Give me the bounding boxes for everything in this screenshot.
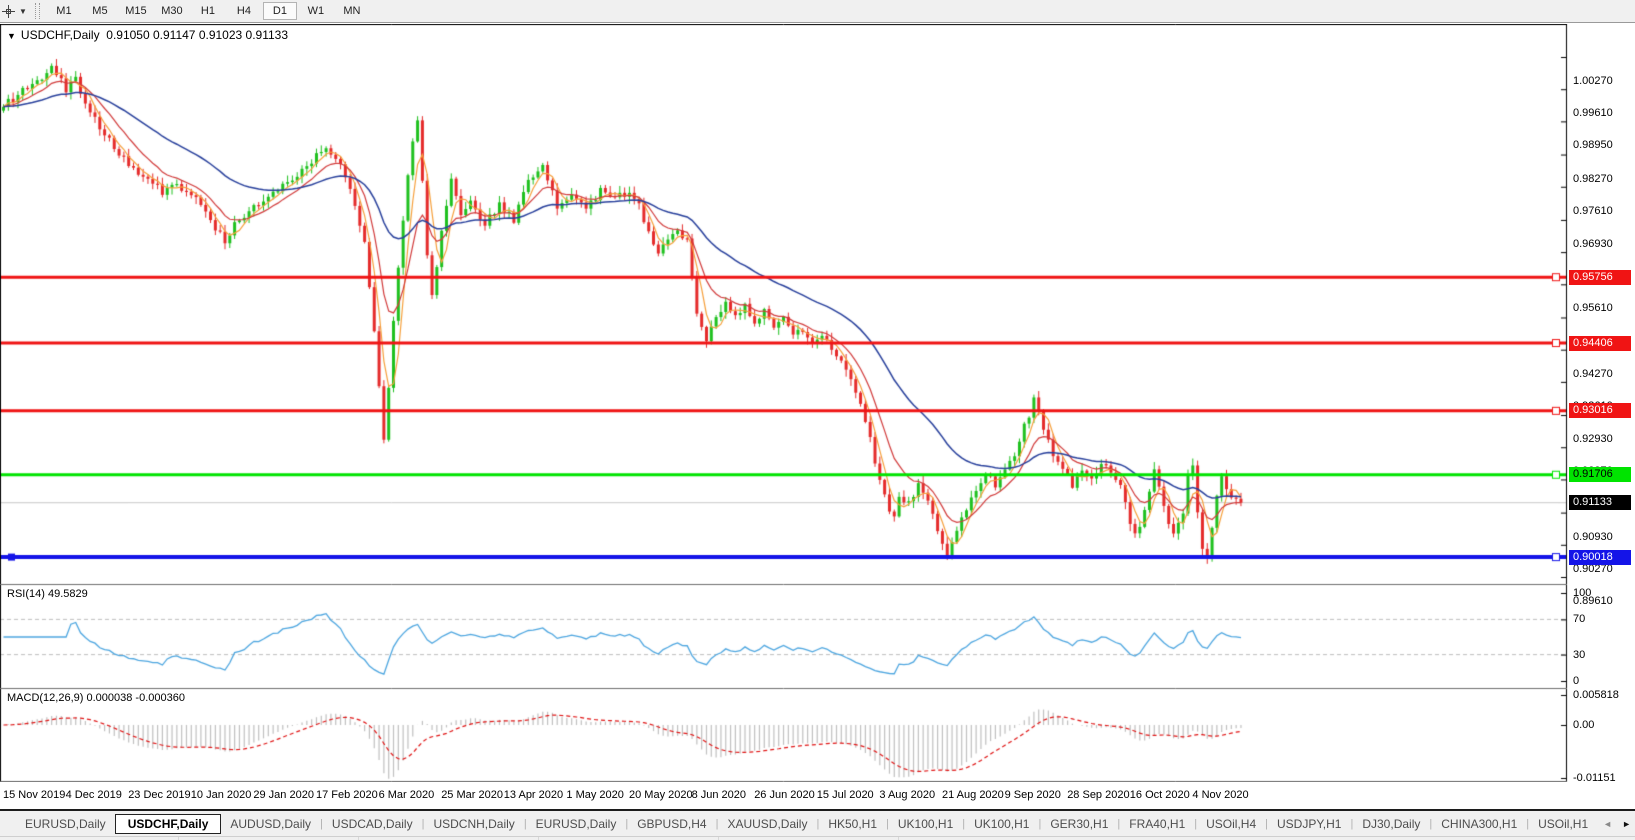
timeframe-m15[interactable]: M15 bbox=[119, 2, 153, 20]
crosshair-icon bbox=[1, 4, 16, 19]
tab-usdchf-daily[interactable]: USDCHF,Daily bbox=[115, 814, 222, 834]
date-tick: 4 Dec 2019 bbox=[66, 789, 122, 801]
symbol-tab-bar: EURUSD,DailyUSDCHF,DailyAUDUSD,Daily|USD… bbox=[0, 809, 1635, 836]
price-tick: 0.97610 bbox=[1573, 205, 1633, 218]
price-tick: 0.99610 bbox=[1573, 107, 1633, 120]
price-tick: 0.98270 bbox=[1573, 173, 1633, 186]
level-price-badge: 0.94406 bbox=[1569, 336, 1631, 351]
date-tick: 15 Jul 2020 bbox=[817, 789, 874, 801]
date-tick: 10 Jan 2020 bbox=[191, 789, 252, 801]
rsi-tick: 70 bbox=[1573, 613, 1633, 626]
macd-tick: 0.00 bbox=[1573, 719, 1633, 732]
mt4-window: ▼ M1M5M15M30H1H4D1W1MN ▼ USDCHF,Daily 0.9… bbox=[0, 0, 1635, 840]
level-price-badge: 0.95756 bbox=[1569, 270, 1631, 285]
timeframe-buttons: M1M5M15M30H1H4D1W1MN bbox=[46, 2, 370, 20]
date-axis: 15 Nov 20194 Dec 2019 23 Dec 201910 Jan 2… bbox=[0, 782, 1635, 809]
scroll-left-icon[interactable]: ◄ bbox=[1603, 819, 1612, 829]
rsi-label: RSI(14) 49.5829 bbox=[7, 588, 88, 600]
timeframe-m1[interactable]: M1 bbox=[47, 2, 81, 20]
tab-ger30-h1[interactable]: GER30,H1 bbox=[1041, 814, 1117, 834]
date-tick: 28 Sep 2020 bbox=[1067, 789, 1129, 801]
date-tick: 20 May 2020 bbox=[629, 789, 693, 801]
rsi-tick: 0 bbox=[1573, 675, 1633, 688]
date-tick: 16 Oct 2020 bbox=[1130, 789, 1190, 801]
symbol-tabs: EURUSD,DailyUSDCHF,DailyAUDUSD,Daily|USD… bbox=[16, 814, 1597, 834]
timeframe-h1[interactable]: H1 bbox=[191, 2, 225, 20]
timeframe-h4[interactable]: H4 bbox=[227, 2, 261, 20]
tab-usdcnh-daily[interactable]: USDCNH,Daily bbox=[424, 814, 523, 834]
tab-uk100-h1[interactable]: UK100,H1 bbox=[889, 814, 962, 834]
date-tick: 26 Jun 2020 bbox=[754, 789, 815, 801]
timeframe-m5[interactable]: M5 bbox=[83, 2, 117, 20]
date-tick: 15 Nov 2019 bbox=[3, 789, 65, 801]
price-tick: 0.90270 bbox=[1573, 563, 1633, 576]
price-tick: 0.95610 bbox=[1573, 302, 1633, 315]
price-tick: 1.00270 bbox=[1573, 75, 1633, 88]
price-tick: 0.98950 bbox=[1573, 139, 1633, 152]
date-tick: 8 Jun 2020 bbox=[692, 789, 746, 801]
tab-xauusd-daily[interactable]: XAUUSD,Daily bbox=[718, 814, 816, 834]
macd-tick: 0.005818 bbox=[1573, 689, 1633, 702]
tab-usoil-h1[interactable]: USOil,H1 bbox=[1529, 814, 1597, 834]
rsi-tick: 30 bbox=[1573, 649, 1633, 662]
date-tick: 1 May 2020 bbox=[566, 789, 623, 801]
tab-usdjpy-h1[interactable]: USDJPY,H1 bbox=[1268, 814, 1350, 834]
price-tick: 0.90930 bbox=[1573, 531, 1633, 544]
scroll-right-icon[interactable]: ► bbox=[1622, 819, 1631, 829]
chart-ohlc: 0.91050 0.91147 0.91023 0.91133 bbox=[106, 28, 288, 42]
level-price-badge: 0.93016 bbox=[1569, 403, 1631, 418]
level-price-badge: 0.90018 bbox=[1569, 550, 1631, 565]
timeframe-w1[interactable]: W1 bbox=[299, 2, 333, 20]
toolbar-grip bbox=[35, 3, 40, 19]
timeframe-d1[interactable]: D1 bbox=[263, 2, 297, 20]
date-tick: 17 Feb 2020 bbox=[316, 789, 378, 801]
chevron-down-icon: ▼ bbox=[19, 7, 27, 16]
price-chart-canvas[interactable] bbox=[0, 24, 1568, 782]
cursor-tool-button[interactable]: ▼ bbox=[0, 0, 31, 22]
tab-fra40-h1[interactable]: FRA40,H1 bbox=[1120, 814, 1194, 834]
date-tick: 23 Dec 2019 bbox=[128, 789, 190, 801]
date-tick: 9 Sep 2020 bbox=[1005, 789, 1061, 801]
date-tick: 3 Aug 2020 bbox=[879, 789, 935, 801]
rsi-tick: 100 bbox=[1573, 587, 1633, 600]
macd-label: MACD(12,26,9) 0.000038 -0.000360 bbox=[7, 692, 185, 704]
tab-gbpusd-h4[interactable]: GBPUSD,H4 bbox=[628, 814, 715, 834]
tab-eurusd-daily[interactable]: EURUSD,Daily bbox=[16, 814, 115, 834]
tab-china300-h1[interactable]: CHINA300,H1 bbox=[1432, 814, 1526, 834]
tab-hk50-h1[interactable]: HK50,H1 bbox=[819, 814, 886, 834]
tab-usoil-h4[interactable]: USOil,H4 bbox=[1197, 814, 1265, 834]
timeframe-mn[interactable]: MN bbox=[335, 2, 369, 20]
current-price-badge: 0.91133 bbox=[1569, 495, 1631, 510]
price-tick: 0.92930 bbox=[1573, 433, 1633, 446]
timeframe-m30[interactable]: M30 bbox=[155, 2, 189, 20]
date-tick: 6 Mar 2020 bbox=[379, 789, 435, 801]
tab-scroll-arrows: ◄ ► bbox=[1603, 811, 1631, 836]
price-tick: 0.96930 bbox=[1573, 238, 1633, 251]
tab-dj30-daily[interactable]: DJ30,Daily bbox=[1353, 814, 1429, 834]
tab-usdcad-daily[interactable]: USDCAD,Daily bbox=[323, 814, 422, 834]
date-tick: 29 Jan 2020 bbox=[253, 789, 314, 801]
status-strip bbox=[0, 836, 1635, 840]
date-tick: 25 Mar 2020 bbox=[441, 789, 503, 801]
price-tick: 0.94270 bbox=[1573, 368, 1633, 381]
tab-uk100-h1[interactable]: UK100,H1 bbox=[965, 814, 1038, 834]
tab-audusd-daily[interactable]: AUDUSD,Daily bbox=[221, 814, 320, 834]
date-tick: 21 Aug 2020 bbox=[942, 789, 1004, 801]
level-price-badge: 0.91706 bbox=[1569, 467, 1631, 482]
date-tick: 13 Apr 2020 bbox=[504, 789, 563, 801]
tab-eurusd-daily[interactable]: EURUSD,Daily bbox=[527, 814, 626, 834]
chart-symbol: USDCHF,Daily bbox=[21, 28, 100, 42]
chart-title: ▼ USDCHF,Daily 0.91050 0.91147 0.91023 0.… bbox=[7, 28, 288, 42]
timeframe-toolbar: ▼ M1M5M15M30H1H4D1W1MN bbox=[0, 0, 1635, 23]
date-tick: 4 Nov 2020 bbox=[1192, 789, 1248, 801]
collapse-triangle-icon: ▼ bbox=[7, 31, 16, 41]
